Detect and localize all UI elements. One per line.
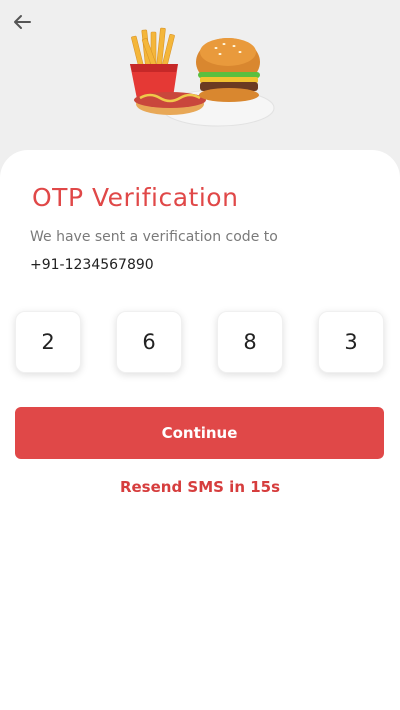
otp-digit-4[interactable]: 3 bbox=[318, 311, 384, 373]
food-illustration bbox=[120, 22, 280, 134]
resend-sms-link[interactable]: Resend SMS in 15s bbox=[0, 478, 400, 496]
page-title: OTP Verification bbox=[32, 183, 239, 212]
phone-number: +91-1234567890 bbox=[30, 257, 154, 273]
otp-digit-1[interactable]: 2 bbox=[15, 311, 81, 373]
instruction-text: We have sent a verification code to bbox=[30, 229, 278, 245]
continue-button[interactable]: Continue bbox=[15, 407, 384, 459]
otp-digit-3[interactable]: 8 bbox=[217, 311, 283, 373]
otp-digit-2[interactable]: 6 bbox=[116, 311, 182, 373]
back-arrow-icon[interactable] bbox=[10, 10, 34, 34]
